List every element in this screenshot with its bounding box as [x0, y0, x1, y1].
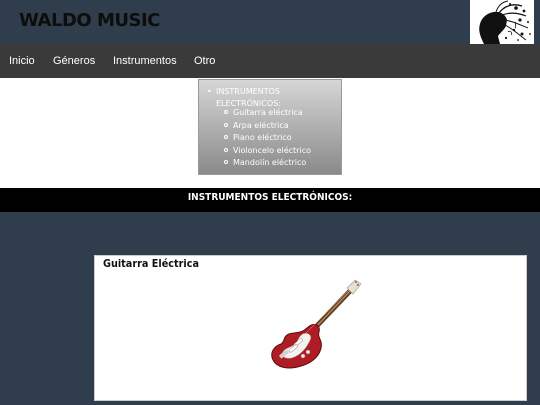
nav-item-otro[interactable]: Otro — [194, 55, 215, 67]
circle-bullet-icon — [224, 110, 228, 114]
circle-bullet-icon — [224, 148, 228, 152]
card-title: Guitarra Eléctrica — [103, 257, 199, 270]
section-title-bar: INSTRUMENTOS ELECTRÓNICOS: — [0, 188, 540, 212]
nav-item-generos[interactable]: Géneros — [53, 55, 95, 67]
circle-bullet-icon — [224, 135, 228, 139]
bullet-icon: • — [207, 87, 212, 96]
section-title: INSTRUMENTOS ELECTRÓNICOS: — [187, 192, 353, 203]
nav-item-instrumentos[interactable]: Instrumentos — [113, 55, 177, 67]
dropdown-item-label: Violoncelo eléctrico — [233, 146, 311, 155]
instrument-card[interactable]: Guitarra Eléctrica — [94, 255, 527, 401]
splatter-head-icon — [479, 0, 531, 44]
instruments-dropdown-menu: • INSTRUMENTOS ELECTRÓNICOS: Guitarra el… — [198, 79, 342, 175]
circle-bullet-icon — [224, 123, 228, 127]
circle-bullet-icon — [224, 160, 228, 164]
nav-item-inicio[interactable]: Inicio — [9, 55, 35, 67]
brand-title[interactable]: WALDO MUSIC — [19, 10, 160, 31]
dropdown-heading-line2: ELECTRÓNICOS: — [216, 99, 281, 108]
electric-guitar-icon — [271, 279, 362, 369]
main-navbar: Inicio Géneros Instrumentos Otro — [0, 44, 540, 78]
dropdown-item-label: Arpa eléctrica — [233, 121, 289, 130]
dropdown-item-violoncelo[interactable]: Violoncelo eléctrico — [224, 146, 311, 155]
site-header: WALDO MUSIC — [0, 0, 540, 44]
dropdown-item-guitarra[interactable]: Guitarra eléctrica — [224, 108, 303, 117]
dropdown-heading-line1: INSTRUMENTOS — [216, 87, 280, 96]
dropdown-item-arpa[interactable]: Arpa eléctrica — [224, 121, 289, 130]
dropdown-item-label: Mandolín eléctrico — [233, 158, 307, 167]
dropdown-item-piano[interactable]: Piano eléctrico — [224, 133, 292, 142]
logo-image — [470, 0, 534, 44]
dropdown-item-label: Piano eléctrico — [233, 133, 292, 142]
dropdown-item-label: Guitarra eléctrica — [233, 108, 303, 117]
dropdown-item-mandolin[interactable]: Mandolín eléctrico — [224, 158, 306, 167]
